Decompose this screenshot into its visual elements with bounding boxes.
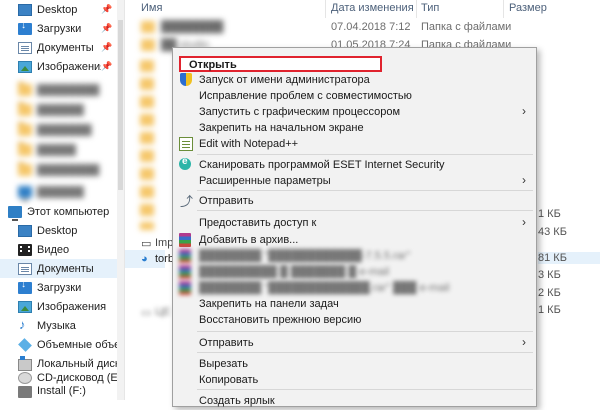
nav-item-documents-quick[interactable]: Документы 📌 [0,38,117,57]
navigation-pane: Desktop 📌 Загрузки 📌 Документы 📌 Изображ… [0,0,125,400]
menu-item-copy[interactable]: Копировать [175,371,534,389]
desktop-icon [18,224,32,237]
images-icon [18,60,32,73]
pin-icon: 📌 [101,4,113,14]
winrar-icon [179,249,191,263]
folder-icon [18,121,32,136]
file-row[interactable]: ▭ ЦЕ [125,303,170,321]
documents-icon [18,41,32,54]
pin-icon: 📌 [101,61,113,71]
nav-item-music[interactable]: Музыка [0,316,117,335]
downloads-icon [18,279,32,294]
nav-item-desktop-quick[interactable]: Desktop 📌 [0,0,117,19]
nav-item-blurred[interactable]: ██████ [0,182,117,201]
chevron-right-icon: › [522,335,526,349]
video-icon [18,243,32,256]
nav-scrollbar[interactable] [117,0,124,400]
menu-item-share-with[interactable]: Предоставить доступ к › [175,214,534,232]
nav-item-desktop[interactable]: Desktop [0,221,117,240]
nav-item-documents[interactable]: Документы [0,259,117,278]
nav-item-downloads-quick[interactable]: Загрузки 📌 [0,19,117,38]
nav-item-blurred[interactable]: ████████ [0,160,117,179]
share-icon [179,191,193,210]
scroll-thumb[interactable] [118,20,123,190]
pin-icon: 📌 [101,23,113,33]
menu-separator [197,389,533,390]
usb-drive-icon [18,385,32,398]
folder-icon [18,81,32,96]
menu-separator [197,352,533,353]
menu-item-notepad[interactable]: Edit with Notepad++ [175,135,534,153]
nav-item-images-quick[interactable]: Изображения 📌 [0,57,117,76]
folder-icon [18,161,32,176]
menu-separator [197,331,533,332]
context-menu: Открыть Запуск от имени администратора И… [172,47,537,407]
nav-item-blurred[interactable]: █████ [0,140,117,159]
chevron-right-icon: › [522,104,526,118]
nav-item-downloads[interactable]: Загрузки [0,278,117,297]
winrar-icon [179,281,191,295]
file-icon: ▭ [141,307,152,319]
music-icon [18,317,32,332]
winrar-icon [179,265,191,279]
computer-icon [8,205,22,221]
folder-icon [141,39,155,51]
nav-item-blurred[interactable]: ████████ [0,80,117,99]
menu-separator [197,154,533,155]
column-header: Имя Дата изменения Тип Размер [125,0,600,18]
chevron-right-icon: › [522,215,526,229]
menu-separator [197,190,533,191]
pin-icon: 📌 [101,42,113,52]
file-row[interactable]: ████████ 07.04.2018 7:12 Папка с файлами [125,18,600,36]
tor-icon: ◕ [141,253,148,265]
folder-icon-column [140,60,154,230]
menu-separator [197,210,533,211]
column-size[interactable]: Размер [509,2,547,14]
folder-icon [18,101,32,116]
file-row-selected[interactable]: ◕ torb [125,250,174,268]
file-icon: ▭ [141,238,152,250]
images-icon [18,300,32,313]
documents-icon [18,262,32,275]
menu-item-send-to[interactable]: Отправить › [175,334,534,352]
nav-item-install-drive[interactable]: Install (F:) [0,381,117,400]
menu-item-send[interactable]: Отправить [175,191,534,210]
folder-icon [18,141,32,156]
nav-item-images[interactable]: Изображения [0,297,117,316]
3d-objects-icon [18,337,32,352]
notepad-icon [179,137,193,151]
nav-item-video[interactable]: Видео [0,240,117,259]
column-type[interactable]: Тип [421,2,439,14]
column-date[interactable]: Дата изменения [331,2,414,14]
cloud-icon [18,185,32,201]
desktop-icon [18,3,32,16]
menu-item-advanced[interactable]: Расширенные параметры › [175,172,534,190]
nav-item-blurred[interactable]: ███████ [0,120,117,139]
menu-item-create-shortcut[interactable]: Создать ярлык [175,392,534,410]
downloads-icon [18,20,32,35]
column-name[interactable]: Имя [141,2,162,14]
folder-icon [141,21,155,33]
nav-item-blurred[interactable]: ██████ [0,100,117,119]
shield-icon [180,73,192,86]
eset-icon [179,156,191,170]
winrar-icon [179,233,191,247]
chevron-right-icon: › [522,173,526,187]
nav-item-this-pc[interactable]: Этот компьютер [0,202,117,221]
menu-item-restore[interactable]: Восстановить прежнюю версию [175,311,534,329]
nav-item-3d-objects[interactable]: Объемные объекты [0,335,117,354]
